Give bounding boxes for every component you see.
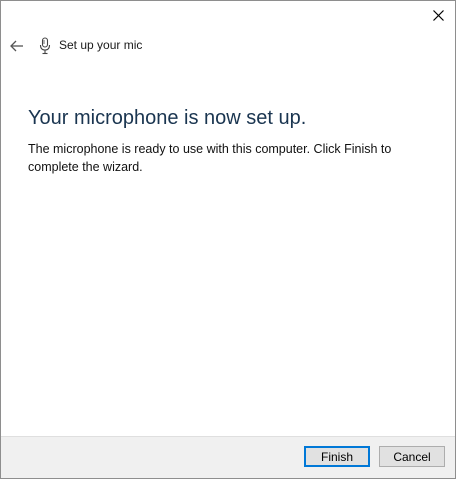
back-button[interactable]: [7, 36, 27, 56]
page-description: The microphone is ready to use with this…: [28, 142, 392, 174]
microphone-icon: [38, 36, 52, 56]
wizard-window: Set up your mic Your microphone is now s…: [0, 0, 456, 479]
close-icon: [432, 9, 444, 21]
back-arrow-icon: [10, 40, 23, 52]
page-heading: Your microphone is now set up.: [28, 107, 307, 129]
close-button[interactable]: [421, 1, 455, 29]
button-bar: Finish Cancel: [1, 436, 455, 478]
wizard-title: Set up your mic: [59, 38, 143, 52]
finish-button[interactable]: Finish: [304, 446, 370, 467]
cancel-button[interactable]: Cancel: [379, 446, 445, 467]
